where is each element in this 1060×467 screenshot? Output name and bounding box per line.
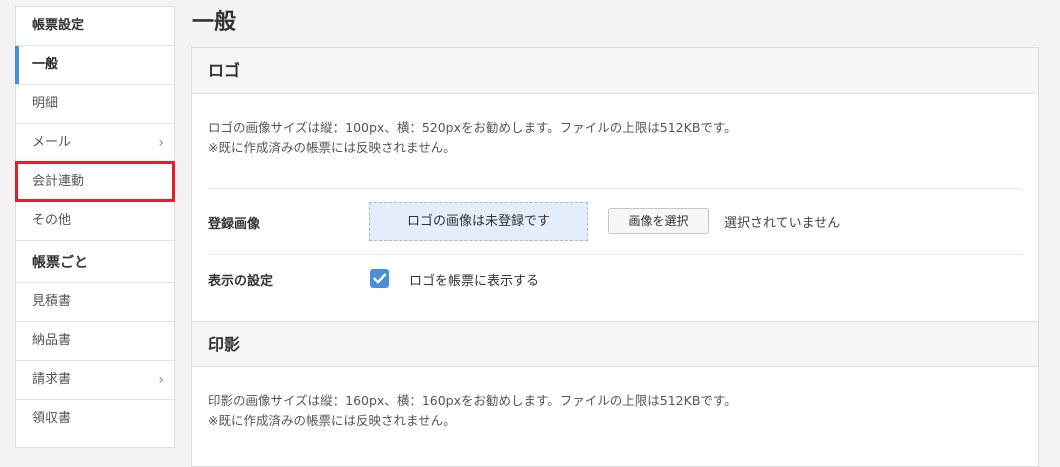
- sidebar: 帳票設定 一般 明細 メール › 会計連動 その他 帳票ごと 見積書 納品書 請…: [15, 6, 175, 448]
- stamp-description: 印影の画像サイズは縦：160px、横：160pxをお勧めします。ファイルの上限は…: [192, 367, 1038, 461]
- check-icon: [373, 273, 386, 284]
- sidebar-item-label: 納品書: [32, 333, 72, 348]
- chevron-right-icon: ›: [158, 135, 164, 151]
- logo-desc-line1: ロゴの画像サイズは縦：100px、横：520pxをお勧めします。ファイルの上限は…: [208, 120, 737, 135]
- sidebar-item-delivery[interactable]: 納品書: [16, 322, 174, 361]
- page-title: 一般: [192, 10, 237, 35]
- display-setting-label: 表示の設定: [208, 274, 274, 289]
- sidebar-item-label: 会計連動: [32, 174, 85, 189]
- logo-dropzone[interactable]: ロゴの画像は未登録です: [369, 202, 588, 241]
- registered-image-row: 登録画像 ロゴの画像は未登録です 画像を選択 選択されていません: [192, 189, 1038, 254]
- select-image-button[interactable]: 画像を選択: [608, 208, 709, 234]
- sidebar-item-quote[interactable]: 見積書: [16, 283, 174, 322]
- sidebar-item-label: 領収書: [32, 411, 72, 426]
- sidebar-item-label: その他: [32, 213, 72, 228]
- sidebar-item-receipt[interactable]: 領収書: [16, 400, 174, 439]
- sidebar-item-label: メール: [32, 135, 72, 150]
- select-status: 選択されていません: [724, 216, 841, 231]
- sidebar-item-mail[interactable]: メール ›: [16, 124, 174, 163]
- logo-desc-line2: ※既に作成済みの帳票には反映されません。: [208, 140, 456, 155]
- stamp-section: 印影 印影の画像サイズは縦：160px、横：160pxをお勧めします。ファイルの…: [192, 321, 1038, 461]
- main-panel: ロゴ ロゴの画像サイズは縦：100px、横：520pxをお勧めします。ファイルの…: [191, 47, 1039, 467]
- sidebar-heading-per-document: 帳票ごと: [16, 241, 174, 283]
- sidebar-item-label: 明細: [32, 96, 59, 111]
- stamp-desc-line1: 印影の画像サイズは縦：160px、横：160pxをお勧めします。ファイルの上限は…: [208, 393, 737, 408]
- registered-image-label: 登録画像: [208, 217, 261, 232]
- sidebar-heading-settings: 帳票設定: [16, 7, 174, 46]
- sidebar-item-label: 一般: [32, 57, 59, 72]
- display-logo-checkbox-label[interactable]: ロゴを帳票に表示する: [409, 270, 539, 289]
- sidebar-item-invoice[interactable]: 請求書 ›: [16, 361, 174, 400]
- sidebar-item-other[interactable]: その他: [16, 202, 174, 241]
- sidebar-item-details[interactable]: 明細: [16, 85, 174, 124]
- sidebar-item-accounting[interactable]: 会計連動: [16, 163, 174, 202]
- display-setting-row: 表示の設定 ロゴを帳票に表示する: [192, 255, 1038, 321]
- stamp-desc-line2: ※既に作成済みの帳票には反映されません。: [208, 413, 456, 428]
- sidebar-item-general[interactable]: 一般: [15, 46, 174, 85]
- chevron-right-icon: ›: [158, 372, 164, 388]
- section-title-stamp: 印影: [192, 321, 1038, 367]
- sidebar-item-label: 見積書: [32, 294, 72, 309]
- section-title-logo: ロゴ: [192, 48, 1038, 94]
- logo-description: ロゴの画像サイズは縦：100px、横：520pxをお勧めします。ファイルの上限は…: [192, 94, 1038, 188]
- display-logo-checkbox[interactable]: [370, 269, 389, 288]
- sidebar-item-label: 請求書: [32, 372, 72, 387]
